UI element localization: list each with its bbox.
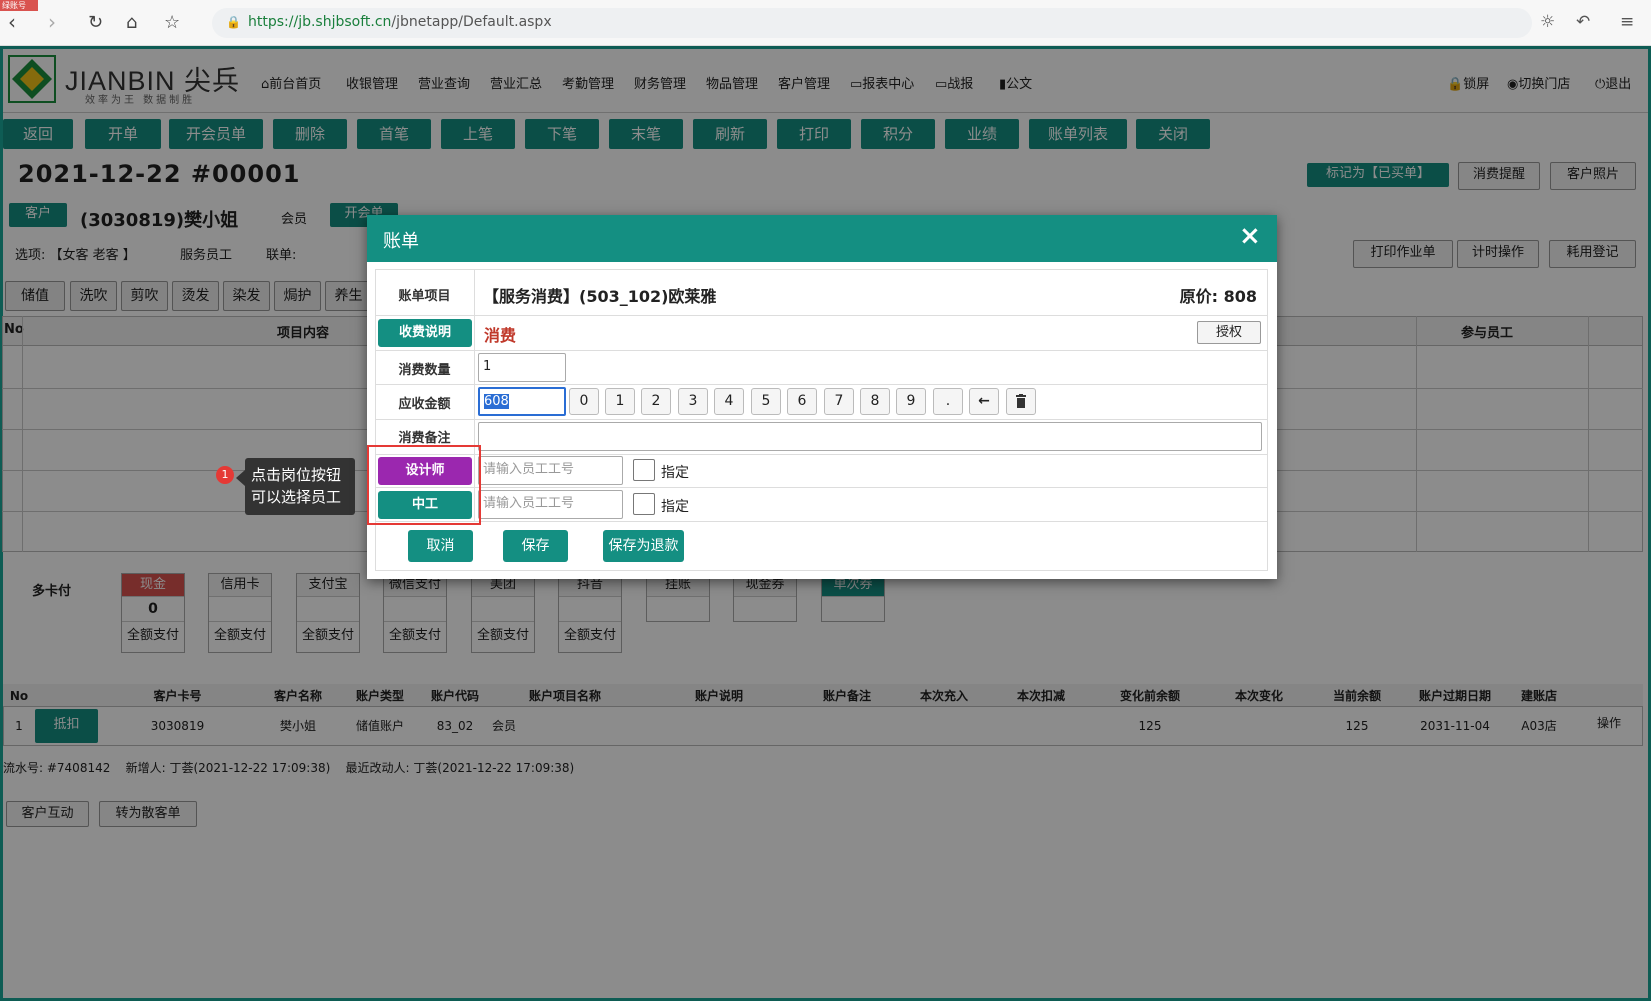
original-price: 原价: 808 [1179,287,1257,306]
remark-input[interactable] [478,422,1262,451]
highlight-frame [367,445,481,525]
dialog-title: 账单 [383,231,419,252]
remark-label: 消费备注 [398,431,451,446]
undo-icon[interactable]: ↶ [1576,12,1590,32]
keypad-dot[interactable]: . [933,388,963,415]
row-line [375,350,1268,351]
keypad-5[interactable]: 5 [751,388,781,415]
url-scheme: https:// [248,14,299,30]
forward-icon[interactable]: › [48,10,56,34]
amount-input[interactable]: 608 [478,387,566,416]
browser-toolbar: ‹ › ↻ ⌂ ☆ 🔒 https://jb.shjbsoft.cn/jbnet… [0,0,1651,46]
charge-desc-value: 消费 [484,326,517,345]
tooltip-line-2: 可以选择员工 [251,488,342,506]
home-icon[interactable]: ⌂ [126,12,137,33]
url-path: /jbnetapp/Default.aspx [391,14,552,30]
bill-dialog: 账单 × 账单项目 【服务消费】(503_102)欧莱雅 原价: 808 收费说… [367,215,1277,579]
trash-icon[interactable] [1006,388,1036,415]
keypad-7[interactable]: 7 [824,388,854,415]
address-bar[interactable]: 🔒 https://jb.shjbsoft.cn/jbnetapp/Defaul… [212,8,1532,38]
assistant-assign-checkbox[interactable] [633,493,655,515]
lock-icon: 🔒 [226,15,241,29]
quantity-input[interactable]: 1 [478,353,566,382]
assistant-staff-input[interactable]: 请输入员工工号 [478,490,623,519]
bill-item-value: 【服务消费】(503_102)欧莱雅 [483,287,717,306]
keypad-1[interactable]: 1 [605,388,635,415]
cancel-button[interactable]: 取消 [408,530,473,562]
keypad-2[interactable]: 2 [641,388,671,415]
keypad-0[interactable]: 0 [569,388,599,415]
row-line [375,454,1268,455]
step-badge: 1 [216,466,234,484]
guide-tooltip: 点击岗位按钮 可以选择员工 [245,458,355,515]
amount-label: 应收金额 [398,397,451,412]
save-button[interactable]: 保存 [503,530,568,562]
authorize-button[interactable]: 授权 [1197,321,1261,344]
charge-desc-button[interactable]: 收费说明 [378,319,472,347]
assistant-assign-label: 指定 [661,499,689,515]
close-icon[interactable]: × [1239,221,1261,251]
brightness-icon[interactable]: ☼ [1540,12,1555,32]
save-as-refund-button[interactable]: 保存为退款 [603,530,684,562]
keypad-8[interactable]: 8 [860,388,890,415]
designer-staff-input[interactable]: 请输入员工工号 [478,456,623,485]
row-line [375,419,1268,420]
designer-assign-label: 指定 [661,465,689,481]
row-line [375,315,1268,316]
tooltip-line-1: 点击岗位按钮 [251,466,342,484]
dialog-header: 账单 × [367,215,1277,262]
backspace-arrow-icon[interactable]: ← [969,388,999,415]
url-host: jb.shjbsoft.cn [298,14,392,30]
amount-value: 608 [484,394,509,409]
keypad-3[interactable]: 3 [678,388,708,415]
bookmark-star-icon[interactable]: ☆ [164,12,180,33]
designer-assign-checkbox[interactable] [633,459,655,481]
keypad-6[interactable]: 6 [787,388,817,415]
reload-icon[interactable]: ↻ [88,12,103,33]
row-line [375,384,1268,385]
row-line [375,487,1268,488]
keypad-4[interactable]: 4 [714,388,744,415]
quantity-label: 消费数量 [398,363,451,378]
bill-item-label: 账单项目 [398,289,451,304]
menu-icon[interactable]: ≡ [1620,12,1634,32]
tooltip-arrow [236,470,245,486]
keypad-9[interactable]: 9 [896,388,926,415]
account-tag: 绿账号 [0,0,38,11]
row-line [375,521,1268,522]
back-icon[interactable]: ‹ [8,10,16,34]
